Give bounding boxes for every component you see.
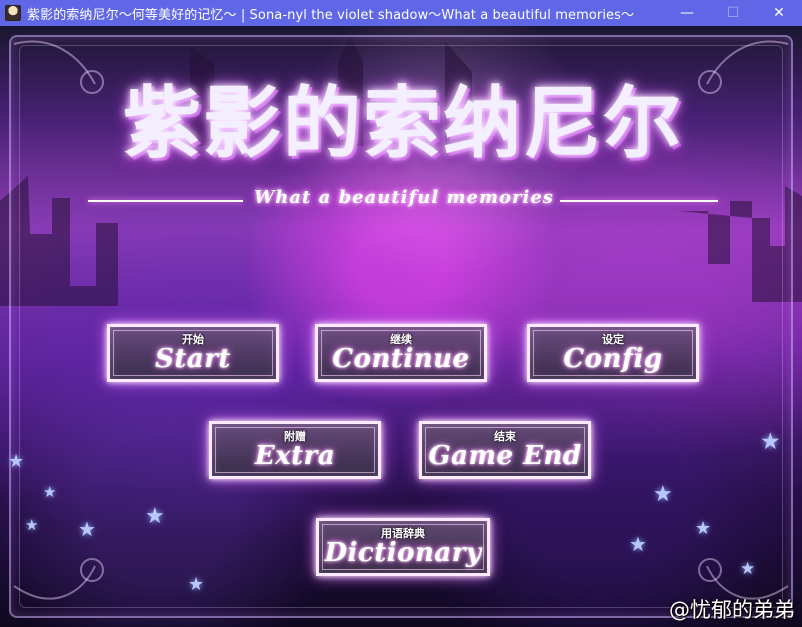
- config-button-en-label: Config: [563, 344, 663, 374]
- star-icon: ★: [78, 517, 96, 541]
- star-icon: ★: [145, 504, 165, 529]
- game-logo: 紫影的索纳尼尔: [58, 78, 748, 170]
- game-end-button-en-label: Game End: [428, 441, 582, 471]
- title-bar[interactable]: 紫影的索纳尼尔～何等美好的记忆～ | Sona-nyl the violet s…: [0, 0, 802, 26]
- app-icon: [5, 5, 21, 21]
- window-title: 紫影的索纳尼尔～何等美好的记忆～ | Sona-nyl the violet s…: [27, 7, 635, 23]
- game-end-button[interactable]: 结束 Game End: [419, 421, 591, 479]
- start-button-en-label: Start: [155, 344, 231, 374]
- game-window: 紫影的索纳尼尔～何等美好的记忆～ | Sona-nyl the violet s…: [0, 0, 802, 627]
- subtitle-divider-right: [560, 200, 718, 202]
- subtitle-banner: What a beautiful memories: [58, 183, 748, 219]
- star-icon: ★: [760, 429, 781, 455]
- game-title: 紫影的索纳尼尔: [122, 78, 683, 169]
- window-controls: — ☐ ✕: [664, 0, 802, 26]
- maximize-button: ☐: [726, 5, 740, 21]
- close-button[interactable]: ✕: [756, 0, 802, 26]
- star-icon: ★: [695, 518, 712, 539]
- minimize-button[interactable]: —: [664, 0, 710, 26]
- star-icon: ★: [188, 574, 205, 595]
- continue-button-en-label: Continue: [332, 344, 470, 374]
- title-screen-background: 紫影的索纳尼尔 What a beautiful memories 开始 Sta…: [0, 26, 802, 627]
- star-icon: ★: [629, 532, 647, 556]
- dictionary-button[interactable]: 用语辞典 Dictionary: [316, 518, 490, 576]
- star-icon: ★: [25, 516, 39, 534]
- star-icon: ★: [653, 482, 673, 507]
- star-icon: ★: [8, 451, 25, 472]
- game-subtitle: What a beautiful memories: [254, 187, 554, 208]
- extra-button-en-label: Extra: [254, 441, 336, 471]
- watermark: @忧郁的弟弟: [669, 598, 795, 622]
- subtitle-divider-left: [88, 200, 243, 202]
- star-icon: ★: [740, 559, 756, 579]
- start-button[interactable]: 开始 Start: [107, 324, 279, 382]
- star-icon: ★: [43, 483, 57, 501]
- dictionary-button-en-label: Dictionary: [324, 538, 482, 568]
- extra-button[interactable]: 附赠 Extra: [209, 421, 381, 479]
- continue-button[interactable]: 继续 Continue: [315, 324, 487, 382]
- config-button[interactable]: 设定 Config: [527, 324, 699, 382]
